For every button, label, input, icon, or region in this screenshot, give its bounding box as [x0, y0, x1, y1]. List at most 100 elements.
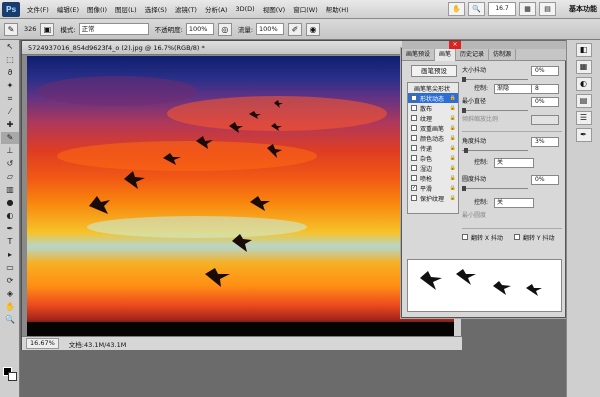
menu-select[interactable]: 选择(S) [145, 4, 167, 14]
brush-option-row[interactable]: ✓ 平滑 🔒 [408, 183, 458, 193]
brush-tool-icon[interactable]: ✎ [1, 132, 19, 144]
brush-option-row[interactable]: 保护纹理 🔒 [408, 193, 458, 203]
lock-icon[interactable]: 🔒 [450, 95, 456, 101]
brush-option-row[interactable]: 传递 🔒 [408, 143, 458, 153]
adjustments-icon[interactable]: ◐ [575, 77, 592, 91]
opacity-input[interactable]: 100% [185, 23, 214, 35]
checkbox-box[interactable] [411, 125, 417, 131]
type-tool-icon[interactable]: T [1, 236, 19, 248]
slider-knob[interactable] [462, 77, 466, 82]
healing-brush-icon[interactable]: ✚ [1, 119, 19, 131]
brush-option-row[interactable]: 杂色 🔒 [408, 153, 458, 163]
fade-steps-input[interactable]: 8 [531, 84, 559, 94]
brush-option-row[interactable]: ✓ 形状动态 🔒 [408, 93, 458, 103]
shape-tool-icon[interactable]: ▭ [1, 262, 19, 274]
pressure-size-icon[interactable]: ◉ [306, 22, 321, 36]
zoom-readout[interactable]: 16.67% [26, 338, 59, 349]
checkbox-box[interactable] [411, 105, 417, 111]
flow-input[interactable]: 100% [256, 23, 285, 35]
color-panel-icon[interactable]: ◧ [575, 43, 592, 57]
brush-option-row[interactable]: 颜色动态 🔒 [408, 133, 458, 143]
menu-layer[interactable]: 图层(L) [115, 4, 137, 14]
background-color-swatch[interactable] [8, 372, 17, 381]
eraser-icon[interactable]: ▱ [1, 171, 19, 183]
hand-tool-icon[interactable]: ✋ [1, 301, 19, 313]
brush-option-row[interactable]: 画笔笔尖形状 [408, 83, 458, 93]
checkbox-box[interactable]: ✓ [411, 185, 417, 191]
angle-control-select[interactable]: 关 [494, 158, 534, 168]
paths-icon[interactable]: ✒ [575, 128, 592, 142]
clone-stamp-icon[interactable]: ⊥ [1, 145, 19, 157]
lock-icon[interactable]: 🔒 [450, 165, 456, 171]
slider-knob[interactable] [462, 186, 466, 191]
tab-clone-source[interactable]: 仿制源 [489, 49, 517, 61]
size-jitter-slider[interactable] [462, 77, 528, 82]
dodge-tool-icon[interactable]: ◐ [1, 210, 19, 222]
tab-brush[interactable]: 画笔 [435, 49, 457, 61]
arrange-icon[interactable]: ▤ [539, 2, 556, 16]
checkbox-box[interactable] [411, 155, 417, 161]
move-tool-icon[interactable]: ↖ [1, 41, 19, 53]
zoom-level[interactable]: 16.7 [488, 2, 516, 16]
pen-tool-icon[interactable]: ✒ [1, 223, 19, 235]
lock-icon[interactable]: 🔒 [450, 175, 456, 181]
hand-icon[interactable]: ✋ [448, 2, 465, 16]
checkbox-box[interactable]: ✓ [411, 95, 417, 101]
lock-icon[interactable]: 🔒 [450, 195, 456, 201]
marquee-tool-icon[interactable]: ⬚ [1, 54, 19, 66]
size-jitter-value[interactable]: 0% [531, 66, 559, 76]
min-diameter-slider[interactable] [462, 108, 528, 113]
menu-image[interactable]: 图像(I) [87, 4, 107, 14]
angle-jitter-slider[interactable] [462, 148, 528, 153]
blur-tool-icon[interactable]: ● [1, 197, 19, 209]
workspace-label[interactable]: 基本功能 [569, 4, 597, 14]
quick-select-icon[interactable]: ✦ [1, 80, 19, 92]
3d-rotate-icon[interactable]: ⟳ [1, 275, 19, 287]
checkbox-box[interactable] [411, 135, 417, 141]
slider-knob[interactable] [464, 148, 468, 153]
zoom-tool-icon[interactable]: 🔍 [468, 2, 485, 16]
pressure-opacity-icon[interactable]: ◎ [217, 22, 232, 36]
lock-icon[interactable]: 🔒 [450, 145, 456, 151]
close-icon[interactable]: × [449, 41, 461, 49]
lock-icon[interactable]: 🔒 [450, 105, 456, 111]
checkbox-box[interactable] [462, 234, 468, 240]
min-diameter-value[interactable]: 0% [531, 97, 559, 107]
slider-knob[interactable] [462, 108, 466, 113]
brush-option-row[interactable]: 喷枪 🔒 [408, 173, 458, 183]
lock-icon[interactable]: 🔒 [450, 125, 456, 131]
history-brush-icon[interactable]: ↺ [1, 158, 19, 170]
roundness-control-select[interactable]: 关 [494, 198, 534, 208]
crop-tool-icon[interactable]: ⌗ [1, 93, 19, 105]
3d-camera-icon[interactable]: ◈ [1, 288, 19, 300]
menu-3d[interactable]: 3D(D) [235, 5, 254, 13]
brush-option-row[interactable]: 双重画笔 🔒 [408, 123, 458, 133]
brush-option-row[interactable]: 湿边 🔒 [408, 163, 458, 173]
checkbox-box[interactable] [411, 165, 417, 171]
grid-icon[interactable]: ▦ [519, 2, 536, 16]
brush-tool-icon[interactable]: ✎ [4, 22, 18, 36]
roundness-jitter-slider[interactable] [462, 186, 528, 191]
brush-presets-button[interactable]: 画笔预设 [411, 65, 457, 77]
checkbox-box[interactable] [514, 234, 520, 240]
airbrush-icon[interactable]: ✐ [288, 22, 303, 36]
menu-filter[interactable]: 滤镜(T) [175, 4, 197, 14]
tab-history[interactable]: 历史记录 [456, 49, 490, 61]
menu-help[interactable]: 帮助(H) [326, 4, 349, 14]
menu-file[interactable]: 文件(F) [27, 4, 49, 14]
gradient-icon[interactable]: ▥ [1, 184, 19, 196]
menu-view[interactable]: 视图(V) [263, 4, 286, 14]
eyedropper-icon[interactable]: ⁄ [1, 106, 19, 118]
image-canvas[interactable] [27, 56, 455, 336]
lasso-tool-icon[interactable]: ϑ [1, 67, 19, 79]
brush-size[interactable]: 326 [24, 25, 36, 33]
menu-edit[interactable]: 编辑(E) [57, 4, 79, 14]
lock-icon[interactable]: 🔒 [450, 185, 456, 191]
checkbox-box[interactable] [411, 175, 417, 181]
checkbox-box[interactable] [411, 145, 417, 151]
lock-icon[interactable]: 🔒 [450, 155, 456, 161]
mode-select[interactable]: 正常 [78, 23, 149, 35]
swatches-icon[interactable]: ▦ [575, 60, 592, 74]
zoom-tool-icon[interactable]: 🔍 [1, 314, 19, 326]
checkbox-box[interactable] [411, 195, 417, 201]
